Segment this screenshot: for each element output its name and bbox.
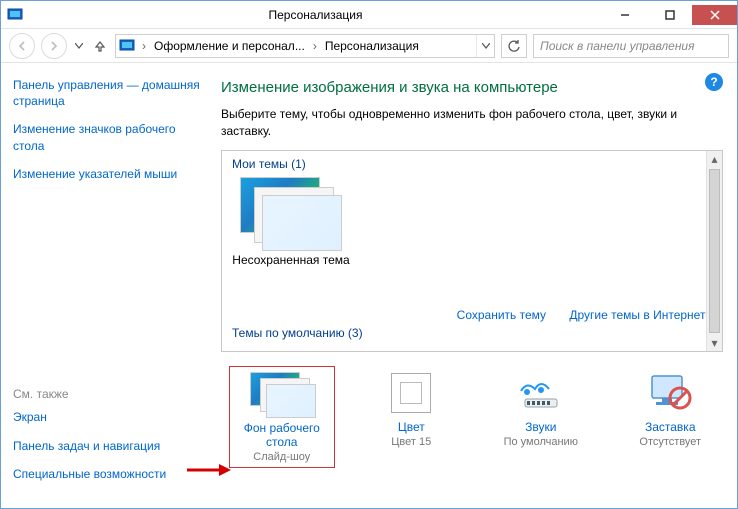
scroll-down-icon[interactable]: ▾	[707, 335, 722, 351]
main: ? Изменение изображения и звука на компь…	[213, 63, 737, 508]
sidebar-link-desktop-icons[interactable]: Изменение значков рабочего стола	[13, 121, 201, 153]
page-subtitle: Выберите тему, чтобы одновременно измени…	[221, 106, 723, 140]
option-bg-sub: Слайд-шоу	[234, 451, 330, 463]
help-icon[interactable]: ?	[705, 73, 723, 91]
sidebar-link-ease[interactable]: Специальные возможности	[13, 466, 201, 482]
option-color-sub: Цвет 15	[363, 436, 460, 448]
option-bg-label: Фон рабочего стола	[234, 421, 330, 449]
breadcrumb-seg2[interactable]: Персонализация	[321, 35, 423, 57]
my-themes-label: Мои темы (1)	[232, 157, 712, 171]
option-saver-label: Заставка	[622, 420, 719, 434]
option-sounds-sub: По умолчанию	[492, 436, 589, 448]
options-row: Фон рабочего стола Слайд-шоу Цвет Цвет 1…	[229, 366, 723, 468]
sidebar-link-home[interactable]: Панель управления — домашняя страница	[13, 77, 201, 109]
titlebar: Персонализация	[1, 1, 737, 29]
location-icon	[116, 38, 138, 54]
toolbar: › Оформление и персонал... › Персонализа…	[1, 29, 737, 63]
theme-thumbnail-icon	[240, 177, 342, 249]
page-heading: Изменение изображения и звука на компьют…	[221, 79, 723, 96]
option-sounds[interactable]: Звуки По умолчанию	[488, 366, 593, 452]
theme-unsaved[interactable]: Несохраненная тема	[232, 177, 350, 267]
close-button[interactable]	[692, 5, 737, 25]
option-saver-sub: Отсутствует	[622, 436, 719, 448]
annotation-arrow-icon	[185, 461, 231, 479]
scrollbar-thumb[interactable]	[709, 169, 720, 333]
sidebar-link-mouse-pointers[interactable]: Изменение указателей мыши	[13, 166, 201, 182]
scroll-up-icon[interactable]: ▴	[707, 151, 722, 167]
desktop-background-icon	[234, 371, 330, 417]
history-dropdown[interactable]	[73, 37, 85, 55]
themes-scrollbar[interactable]: ▴ ▾	[706, 151, 722, 351]
forward-button[interactable]	[41, 33, 67, 59]
address-dropdown[interactable]	[476, 35, 494, 57]
option-color[interactable]: Цвет Цвет 15	[359, 366, 464, 452]
app-icon	[7, 7, 23, 23]
default-themes-label: Темы по умолчанию (3)	[232, 326, 712, 340]
search-input[interactable]	[534, 39, 728, 53]
theme-name: Несохраненная тема	[232, 253, 350, 267]
option-color-label: Цвет	[363, 420, 460, 434]
minimize-button[interactable]	[602, 5, 647, 25]
back-button[interactable]	[9, 33, 35, 59]
sidebar-link-taskbar[interactable]: Панель задач и навигация	[13, 438, 201, 454]
maximize-button[interactable]	[647, 5, 692, 25]
themes-scroll: Мои темы (1) Несохраненная тема	[222, 151, 722, 303]
screensaver-icon	[622, 370, 719, 416]
sidebar-link-display[interactable]: Экран	[13, 409, 201, 425]
option-sounds-label: Звуки	[492, 420, 589, 434]
other-themes-link[interactable]: Другие темы в Интернете	[569, 308, 712, 322]
option-background[interactable]: Фон рабочего стола Слайд-шоу	[229, 366, 335, 468]
window-title: Персонализация	[29, 8, 602, 22]
search-box[interactable]	[533, 34, 729, 58]
up-button[interactable]	[91, 37, 109, 55]
option-screensaver[interactable]: Заставка Отсутствует	[618, 366, 723, 452]
save-theme-link[interactable]: Сохранить тему	[457, 308, 546, 322]
color-icon	[363, 370, 460, 416]
sidebar: Панель управления — домашняя страница Из…	[1, 63, 213, 508]
breadcrumb-root-chevron-icon[interactable]: ›	[138, 35, 150, 57]
breadcrumb-seg1[interactable]: Оформление и персонал...	[150, 35, 309, 57]
sounds-icon	[492, 370, 589, 416]
refresh-button[interactable]	[501, 34, 527, 58]
themes-panel: Мои темы (1) Несохраненная тема Сохранит…	[221, 150, 723, 352]
address-bar[interactable]: › Оформление и персонал... › Персонализа…	[115, 34, 495, 58]
breadcrumb-chevron-icon: ›	[309, 35, 321, 57]
see-also-heading: См. также	[13, 387, 201, 401]
content: Панель управления — домашняя страница Из…	[1, 63, 737, 508]
